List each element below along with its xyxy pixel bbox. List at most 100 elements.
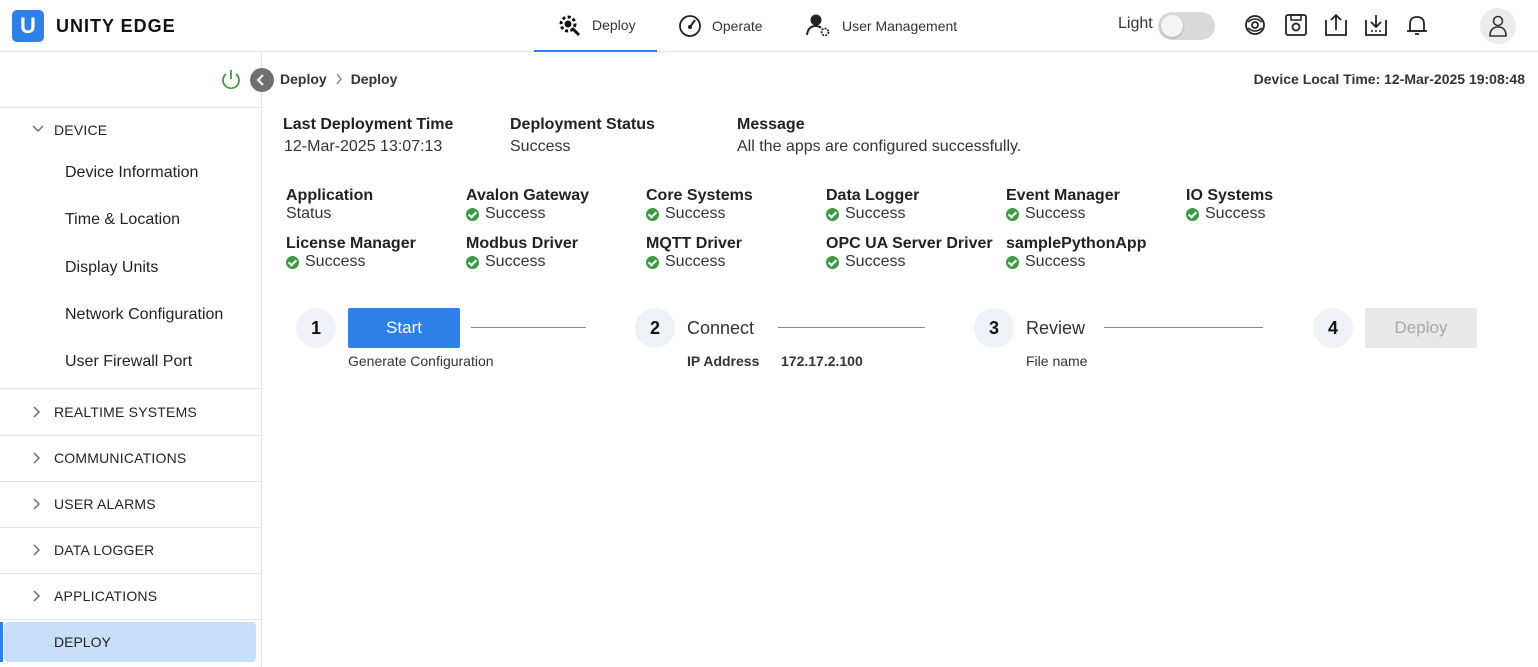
ip-address-label: IP Address	[687, 353, 760, 369]
user-avatar[interactable]	[1480, 8, 1516, 44]
sidebar-item-time-location[interactable]: Time & Location	[65, 211, 180, 229]
top-bar: U UNITY EDGE Deploy Operate User Managem…	[0, 0, 1538, 52]
chevron-right-icon	[33, 498, 40, 510]
chevron-down-icon	[32, 125, 44, 132]
sidebar-section-label: REALTIME SYSTEMS	[54, 404, 197, 420]
success-check-icon	[826, 207, 839, 221]
step-2-number: 2	[635, 308, 675, 348]
bell-icon[interactable]	[1404, 12, 1430, 38]
start-button[interactable]: Start	[348, 308, 460, 348]
active-indicator	[0, 622, 3, 662]
tab-user-management[interactable]: User Management	[806, 0, 957, 52]
sidebar-section-realtime-systems[interactable]: REALTIME SYSTEMS	[0, 389, 262, 435]
sidebar-item-display-units[interactable]: Display Units	[65, 259, 158, 277]
upload-icon[interactable]	[1323, 12, 1349, 38]
ip-address-value: 172.17.2.100	[781, 353, 863, 369]
step-3-subtitle: File name	[1026, 353, 1088, 369]
sidebar: DEVICE Device Information Time & Locatio…	[0, 53, 262, 667]
step-connector	[1104, 327, 1263, 328]
user-icon	[1489, 15, 1507, 37]
app-name: Data Logger	[826, 187, 920, 204]
sidebar-section-data-logger[interactable]: DATA LOGGER	[0, 527, 262, 573]
sidebar-section-user-alarms[interactable]: USER ALARMS	[0, 481, 262, 527]
message-value: All the apps are configured successfully…	[737, 138, 1022, 155]
breadcrumb-item[interactable]: Deploy	[280, 71, 327, 87]
sidebar-section-label: COMMUNICATIONS	[54, 450, 187, 466]
message-label: Message	[737, 116, 805, 133]
app-name: Modbus Driver	[466, 235, 579, 252]
sidebar-section-label: DATA LOGGER	[54, 542, 155, 558]
app-name: Event Manager	[1006, 187, 1120, 204]
theme-toggle[interactable]	[1158, 12, 1215, 40]
sidebar-section-label: USER ALARMS	[54, 496, 156, 512]
deploy-button[interactable]: Deploy	[1365, 308, 1477, 348]
sidebar-item-device-information[interactable]: Device Information	[65, 164, 198, 182]
success-check-icon	[1186, 207, 1199, 221]
status-header: Status	[286, 205, 332, 222]
app-name: IO Systems	[1186, 187, 1274, 204]
success-check-icon	[826, 255, 839, 269]
download-icon[interactable]	[1363, 12, 1389, 38]
theme-label: Light	[1118, 15, 1153, 32]
sidebar-item-network-configuration[interactable]: Network Configuration	[65, 306, 223, 324]
app-status: Success	[1006, 205, 1085, 223]
breadcrumb-current: Deploy	[350, 71, 398, 87]
step-3-title: Review	[1026, 318, 1086, 338]
sidebar-section-device[interactable]: DEVICE	[0, 107, 262, 153]
last-deployment-time-value: 12-Mar-2025 13:07:13	[284, 138, 443, 155]
sidebar-section-label: APPLICATIONS	[54, 588, 158, 604]
chevron-right-icon	[33, 452, 40, 464]
save-icon[interactable]	[1283, 12, 1309, 38]
app-status: Success	[646, 205, 725, 223]
gauge-icon	[678, 14, 702, 38]
divider	[0, 619, 262, 620]
power-icon[interactable]	[220, 69, 242, 96]
sidebar-section-applications[interactable]: APPLICATIONS	[0, 573, 262, 619]
app-name: samplePythonApp	[1006, 235, 1147, 252]
chevron-right-icon	[33, 590, 40, 602]
app-name: MQTT Driver	[646, 235, 743, 252]
tab-operate-label: Operate	[712, 18, 763, 34]
app-status: Success	[466, 205, 545, 223]
user-gear-icon	[806, 13, 832, 39]
tab-user-management-label: User Management	[842, 18, 958, 34]
deployment-status-value: Success	[510, 138, 571, 155]
app-name: Core Systems	[646, 187, 753, 204]
app-status: Success	[646, 253, 725, 271]
tab-deploy[interactable]: Deploy	[534, 0, 657, 52]
app-name: License Manager	[286, 235, 416, 252]
app-status: Success	[1186, 205, 1265, 223]
deploy-gear-icon	[556, 13, 582, 37]
success-check-icon	[646, 207, 659, 221]
success-check-icon	[466, 207, 479, 221]
application-header: Application	[286, 187, 374, 204]
chevron-left-icon	[256, 74, 264, 86]
app-status: Success	[466, 253, 545, 271]
tab-operate[interactable]: Operate	[678, 0, 763, 52]
app-status: Success	[286, 253, 365, 271]
step-connector	[471, 327, 586, 328]
sidebar-section-communications[interactable]: COMMUNICATIONS	[0, 435, 262, 481]
app-status: Success	[826, 253, 905, 271]
deployment-status-label: Deployment Status	[510, 116, 655, 133]
app-name: Avalon Gateway	[466, 187, 590, 204]
sidebar-item-deploy[interactable]: DEPLOY	[4, 622, 256, 662]
success-check-icon	[1006, 207, 1019, 221]
disk-sync-icon[interactable]	[1243, 12, 1269, 38]
app-status: Success	[826, 205, 905, 223]
sidebar-item-user-firewall-port[interactable]: User Firewall Port	[65, 353, 192, 371]
toggle-knob	[1161, 15, 1183, 37]
tab-deploy-label: Deploy	[592, 17, 636, 33]
step-connector	[778, 327, 925, 328]
app-status: Success	[1006, 253, 1085, 271]
collapse-sidebar-button[interactable]	[250, 68, 274, 92]
step-4-number: 4	[1313, 308, 1353, 348]
chevron-right-icon	[33, 544, 40, 556]
chevron-right-icon	[33, 406, 40, 418]
step-2-title: Connect	[687, 318, 755, 338]
success-check-icon	[646, 255, 659, 269]
chevron-right-icon	[336, 73, 342, 85]
success-check-icon	[466, 255, 479, 269]
app-name: OPC UA Server Driver	[826, 235, 993, 252]
success-check-icon	[1006, 255, 1019, 269]
